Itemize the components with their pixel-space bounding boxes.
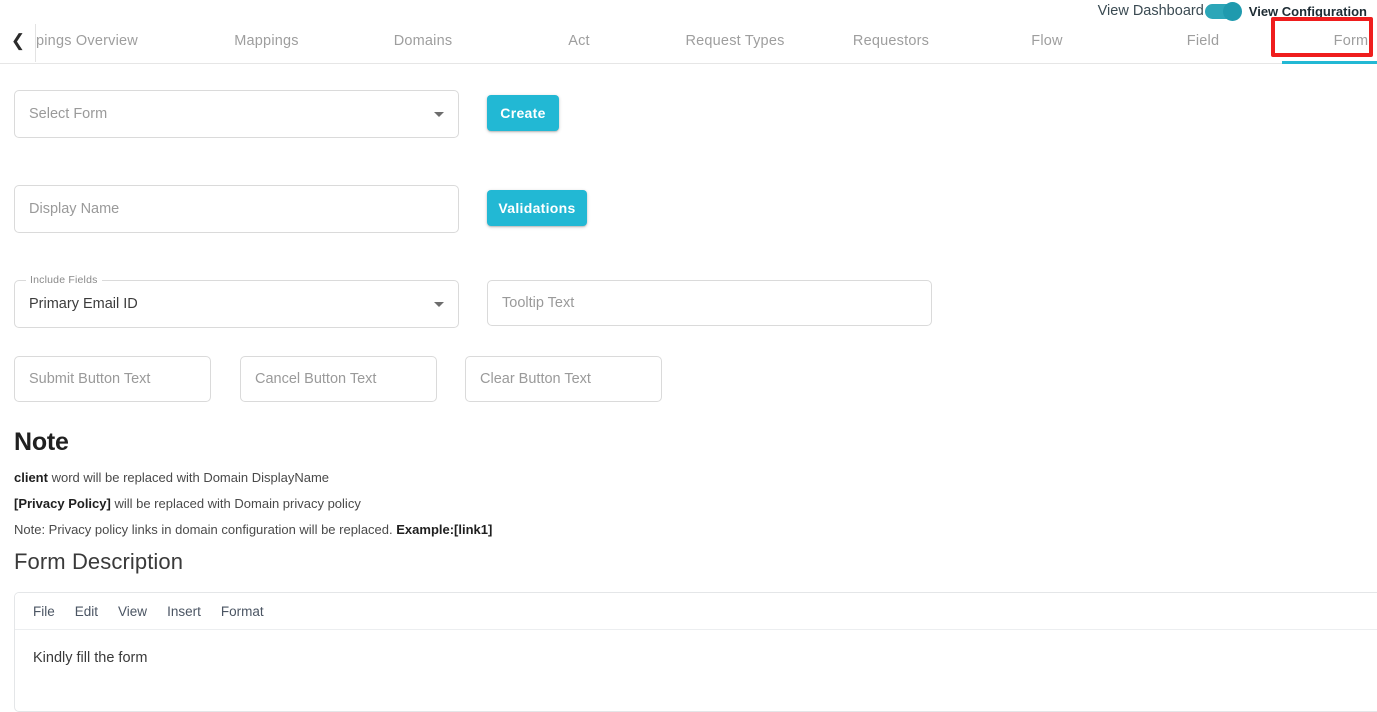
- validations-button[interactable]: Validations: [487, 190, 587, 226]
- note-line-1-rest: word will be replaced with Domain Displa…: [47, 470, 330, 485]
- clear-button-text-placeholder: Clear Button Text: [480, 371, 591, 387]
- cancel-button-text-placeholder: Cancel Button Text: [255, 371, 377, 387]
- tab-label: pings Overview: [36, 32, 138, 49]
- create-button[interactable]: Create: [487, 95, 559, 131]
- tab-label: Form: [1333, 32, 1369, 49]
- tab-label: Requestors: [852, 32, 930, 49]
- include-fields-label: Include Fields: [26, 274, 102, 286]
- form-description-editor: File Edit View Insert Format Kindly fill…: [14, 592, 1377, 712]
- note-line-2: [Privacy Policy] will be replaced with D…: [14, 496, 361, 511]
- select-form-dropdown[interactable]: Select Form: [14, 90, 459, 138]
- tabbar: ❮ pings Overview Mappings Domains Act Re…: [0, 17, 1377, 64]
- tab-mappings[interactable]: Mappings: [188, 18, 345, 63]
- submit-button-text-input[interactable]: Submit Button Text: [14, 356, 211, 402]
- toggle-label-view-dashboard[interactable]: View Dashboard: [1098, 3, 1204, 19]
- tab-request-types[interactable]: Request Types: [657, 18, 813, 63]
- tooltip-text-placeholder: Tooltip Text: [502, 295, 575, 311]
- tab-label: Field: [1186, 32, 1220, 49]
- chevron-down-icon: [434, 301, 444, 307]
- tab-domains[interactable]: Domains: [345, 18, 501, 63]
- include-fields-dropdown[interactable]: Include Fields Primary Email ID: [14, 274, 459, 328]
- editor-menu-format[interactable]: Format: [221, 604, 264, 619]
- editor-menu-file[interactable]: File: [33, 604, 55, 619]
- tab-label: Request Types: [685, 32, 785, 49]
- tooltip-text-input[interactable]: Tooltip Text: [487, 280, 932, 326]
- note-heading: Note: [14, 428, 69, 456]
- display-name-placeholder: Display Name: [29, 201, 120, 217]
- note-line-2-rest: will be replaced with Domain privacy pol…: [110, 496, 361, 511]
- cancel-button-text-input[interactable]: Cancel Button Text: [240, 356, 437, 402]
- tab-field[interactable]: Field: [1125, 18, 1281, 63]
- note-line-3-start: Note: Privacy policy links in domain con…: [14, 522, 397, 537]
- tab-label: Flow: [1031, 32, 1063, 49]
- tab-label: Mappings: [234, 32, 299, 49]
- clear-button-text-input[interactable]: Clear Button Text: [465, 356, 662, 402]
- toggle-label-view-configuration[interactable]: View Configuration: [1249, 4, 1367, 19]
- note-line-3: Note: Privacy policy links in domain con…: [14, 522, 492, 537]
- submit-button-text-placeholder: Submit Button Text: [29, 371, 151, 387]
- note-line-1: client word will be replaced with Domain…: [14, 470, 329, 485]
- chevron-left-icon[interactable]: ❮: [8, 18, 28, 63]
- editor-menu-view[interactable]: View: [118, 604, 147, 619]
- tab-requestors[interactable]: Requestors: [813, 18, 969, 63]
- include-fields-value: Primary Email ID: [29, 296, 138, 312]
- tab-act[interactable]: Act: [501, 18, 657, 63]
- note-line-1-bold: client: [14, 470, 48, 485]
- editor-menu-insert[interactable]: Insert: [167, 604, 201, 619]
- editor-menubar: File Edit View Insert Format: [15, 593, 1377, 630]
- note-line-3-bold: Example:[link1]: [396, 522, 493, 537]
- note-line-2-bold: [Privacy Policy]: [14, 496, 111, 511]
- tab-label: Domains: [393, 32, 453, 49]
- tab-form[interactable]: Form: [1281, 18, 1377, 64]
- tab-mappings-overview[interactable]: pings Overview: [36, 18, 188, 63]
- editor-content[interactable]: Kindly fill the form: [15, 630, 1377, 686]
- display-name-input[interactable]: Display Name: [14, 185, 459, 233]
- tab-list: pings Overview Mappings Domains Act Requ…: [36, 18, 1377, 64]
- chevron-down-icon: [434, 111, 444, 117]
- select-form-placeholder: Select Form: [29, 106, 108, 122]
- tab-label: Act: [568, 32, 590, 49]
- view-mode-switch[interactable]: [1204, 1, 1242, 21]
- form-description-heading: Form Description: [14, 549, 184, 574]
- tab-flow[interactable]: Flow: [969, 18, 1125, 63]
- editor-menu-edit[interactable]: Edit: [75, 604, 98, 619]
